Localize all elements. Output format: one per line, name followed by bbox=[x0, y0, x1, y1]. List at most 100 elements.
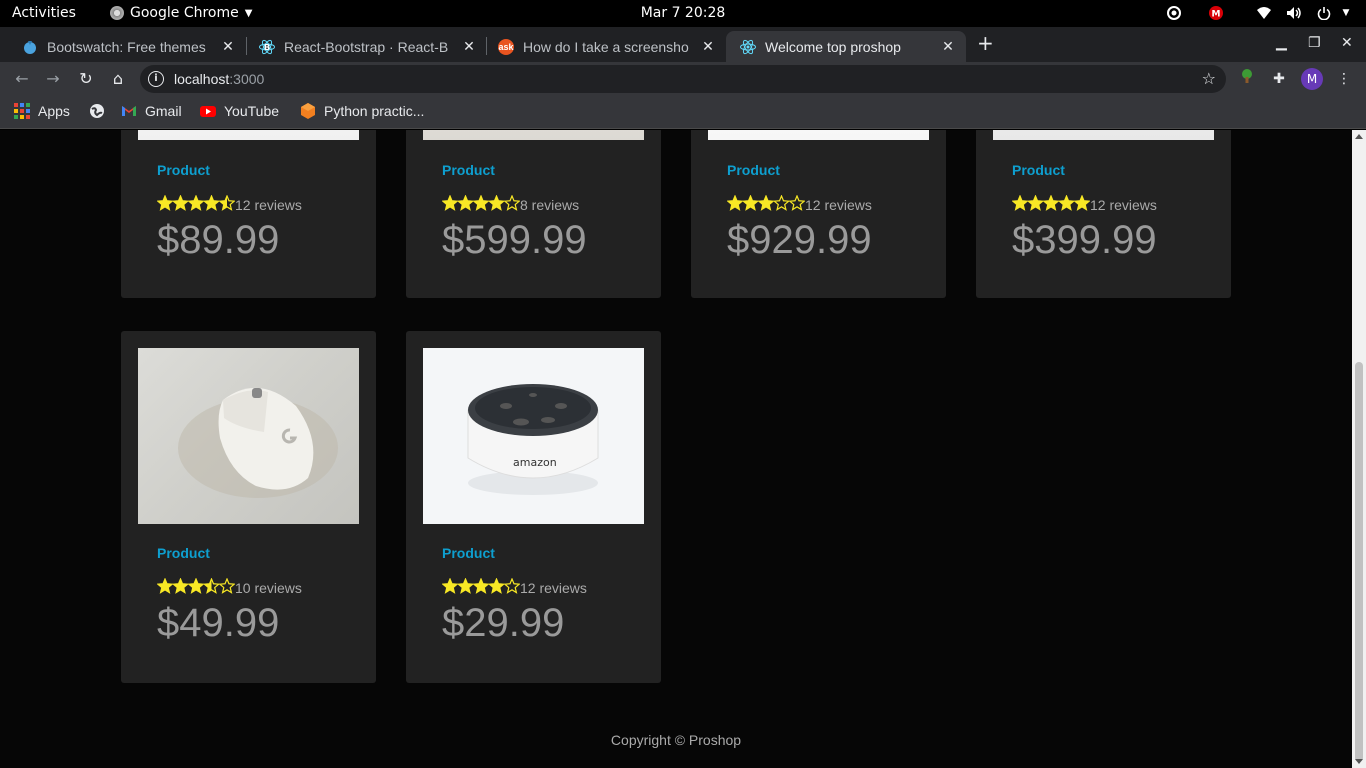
tab-proshop[interactable]: Welcome top proshop ✕ bbox=[726, 31, 966, 62]
bookmark-gmail[interactable]: Gmail bbox=[121, 103, 182, 119]
star-full-icon bbox=[171, 194, 190, 211]
star-full-icon bbox=[156, 194, 174, 211]
system-top-bar: Activities Google Chrome ▼ Mar 7 20:28 M… bbox=[0, 0, 1366, 27]
scrollbar-thumb[interactable] bbox=[1355, 362, 1363, 762]
back-icon[interactable]: ← bbox=[12, 69, 32, 89]
bookmarks-bar: Apps Gmail YouTube Python practic... bbox=[0, 96, 1366, 129]
youtube-icon bbox=[200, 103, 216, 119]
product-card[interactable]: Product 10 reviews $49.99 bbox=[121, 331, 376, 683]
star-rating-icon bbox=[441, 577, 521, 597]
product-image[interactable] bbox=[138, 130, 359, 140]
product-name-link[interactable]: Product bbox=[157, 545, 210, 561]
tab-bootswatch[interactable]: Bootswatch: Free themes ✕ bbox=[8, 31, 246, 62]
tab-askubuntu[interactable]: ask How do I take a screensho ✕ bbox=[484, 31, 726, 62]
star-empty-icon bbox=[772, 194, 791, 211]
tree-extension-icon[interactable] bbox=[1236, 68, 1258, 90]
star-empty-icon bbox=[503, 194, 521, 211]
product-card[interactable]: Product 8 reviews $599.99 bbox=[406, 130, 661, 298]
star-full-icon bbox=[156, 577, 174, 594]
star-full-icon bbox=[487, 194, 506, 211]
chevron-down-icon: ▼ bbox=[244, 7, 253, 19]
product-rating: 12 reviews bbox=[156, 194, 302, 214]
bookmark-youtube[interactable]: YouTube bbox=[200, 103, 279, 119]
close-icon[interactable]: ✕ bbox=[940, 38, 956, 55]
restore-icon[interactable]: ❐ bbox=[1308, 35, 1321, 51]
chevron-down-icon[interactable]: ▼ bbox=[1338, 5, 1354, 21]
minimize-icon[interactable]: ▁ bbox=[1276, 35, 1287, 51]
wifi-icon[interactable] bbox=[1256, 5, 1272, 21]
tab-title: How do I take a screensho bbox=[523, 38, 689, 55]
power-icon[interactable] bbox=[1316, 5, 1332, 21]
star-empty-icon bbox=[503, 577, 521, 594]
product-name-link[interactable]: Product bbox=[1012, 162, 1065, 178]
product-card[interactable]: amazon Product 12 reviews $29.99 bbox=[406, 331, 661, 683]
address-bar[interactable]: i localhost:3000 ☆ bbox=[140, 65, 1226, 93]
system-tray[interactable]: M ▼ bbox=[1166, 5, 1354, 21]
product-image-echo-dot[interactable]: amazon bbox=[423, 348, 644, 524]
star-half-icon bbox=[202, 577, 221, 594]
star-full-icon bbox=[171, 577, 190, 594]
bookmark-globe[interactable] bbox=[89, 103, 105, 119]
chrome-icon bbox=[110, 6, 124, 20]
profile-avatar[interactable]: M bbox=[1301, 68, 1323, 90]
close-icon[interactable]: ✕ bbox=[220, 38, 236, 55]
product-image-mouse[interactable] bbox=[138, 348, 359, 524]
product-card[interactable]: Product 12 reviews $929.99 bbox=[691, 130, 946, 298]
product-rating: 12 reviews bbox=[441, 577, 587, 597]
close-icon[interactable]: ✕ bbox=[461, 38, 477, 55]
page-scrollbar[interactable] bbox=[1352, 130, 1366, 768]
menu-kebab-icon[interactable]: ⋮ bbox=[1333, 68, 1355, 90]
new-tab-button[interactable]: + bbox=[977, 31, 994, 55]
activities-button[interactable]: Activities bbox=[12, 5, 76, 21]
record-icon[interactable] bbox=[1166, 5, 1182, 21]
star-full-icon bbox=[1042, 194, 1060, 211]
product-card[interactable]: Product 12 reviews $399.99 bbox=[976, 130, 1231, 298]
apps-grid-icon bbox=[14, 103, 30, 119]
star-full-icon bbox=[456, 577, 475, 594]
star-full-icon bbox=[456, 194, 475, 211]
close-window-icon[interactable]: ✕ bbox=[1341, 35, 1353, 51]
forward-icon[interactable]: → bbox=[43, 69, 63, 89]
mega-icon[interactable]: M bbox=[1208, 5, 1224, 21]
scroll-down-icon[interactable] bbox=[1355, 759, 1363, 764]
react-bootstrap-icon: B bbox=[259, 39, 275, 55]
star-empty-icon bbox=[788, 194, 806, 211]
star-full-icon bbox=[202, 194, 221, 211]
product-rating: 12 reviews bbox=[726, 194, 872, 214]
gmail-icon bbox=[121, 103, 137, 119]
star-full-icon bbox=[1057, 194, 1076, 211]
volume-icon[interactable] bbox=[1286, 5, 1302, 21]
extensions-puzzle-icon[interactable]: ✚ bbox=[1268, 68, 1290, 90]
tab-title: Bootswatch: Free themes bbox=[47, 38, 206, 55]
close-icon[interactable]: ✕ bbox=[700, 38, 716, 55]
product-name-link[interactable]: Product bbox=[442, 545, 495, 561]
product-image[interactable] bbox=[993, 130, 1214, 140]
app-name: Google Chrome bbox=[130, 5, 239, 21]
browser-toolbar: ← → ↻ ⌂ i localhost:3000 ☆ ✚ M ⋮ bbox=[0, 62, 1366, 96]
product-price: $929.99 bbox=[727, 218, 872, 262]
product-card[interactable]: Product 12 reviews $89.99 bbox=[121, 130, 376, 298]
star-full-icon bbox=[472, 194, 490, 211]
product-rating: 10 reviews bbox=[156, 577, 302, 597]
info-icon[interactable]: i bbox=[148, 71, 164, 87]
tab-react-bootstrap[interactable]: B React-Bootstrap · React-B ✕ bbox=[245, 31, 487, 62]
product-image[interactable] bbox=[708, 130, 929, 140]
url-text[interactable]: localhost:3000 bbox=[174, 71, 264, 87]
askubuntu-icon: ask bbox=[498, 38, 514, 55]
bookmark-python-practice[interactable]: Python practic... bbox=[300, 103, 424, 119]
product-name-link[interactable]: Product bbox=[157, 162, 210, 178]
star-rating-icon bbox=[441, 194, 521, 214]
star-full-icon bbox=[487, 577, 506, 594]
star-full-icon bbox=[726, 194, 744, 211]
product-rating: 8 reviews bbox=[441, 194, 579, 214]
app-menu[interactable]: Google Chrome ▼ bbox=[110, 5, 252, 21]
product-price: $399.99 bbox=[1012, 218, 1157, 262]
product-name-link[interactable]: Product bbox=[727, 162, 780, 178]
product-image[interactable] bbox=[423, 130, 644, 140]
reload-icon[interactable]: ↻ bbox=[76, 69, 96, 89]
bookmark-star-icon[interactable]: ☆ bbox=[1202, 69, 1216, 88]
product-name-link[interactable]: Product bbox=[442, 162, 495, 178]
home-icon[interactable]: ⌂ bbox=[108, 69, 128, 89]
bookmark-apps[interactable]: Apps bbox=[14, 103, 70, 119]
scroll-up-icon[interactable] bbox=[1355, 134, 1363, 139]
